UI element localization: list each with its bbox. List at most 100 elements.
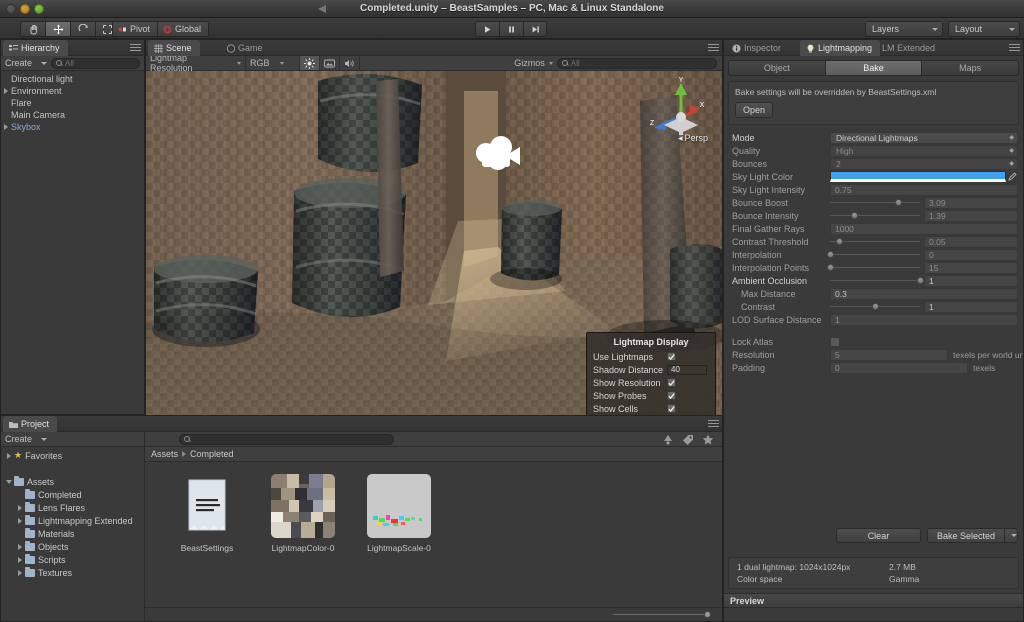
slider-value-field[interactable]: 0 xyxy=(924,248,1018,261)
slider[interactable] xyxy=(830,209,924,222)
hierarchy-item[interactable]: Skybox xyxy=(1,121,144,133)
project-create-button[interactable]: Create xyxy=(5,434,48,444)
layers-dropdown[interactable]: Layers xyxy=(865,21,943,37)
text-field[interactable]: 0 xyxy=(830,361,968,374)
setting-control[interactable]: 0 xyxy=(827,248,1018,261)
asset-item[interactable]: LightmapColor-0 xyxy=(269,474,337,607)
gizmos-dropdown[interactable]: Gizmos xyxy=(510,56,557,70)
slider[interactable] xyxy=(830,235,924,248)
slider[interactable] xyxy=(830,274,924,287)
lightmap-display-row[interactable]: Shadow Distance 40 xyxy=(587,363,715,376)
hierarchy-item[interactable]: Environment xyxy=(1,85,144,97)
project-tree-item[interactable]: Assets xyxy=(1,475,144,488)
hierarchy-create-button[interactable]: Create xyxy=(5,58,48,68)
setting-control[interactable]: 1.39 xyxy=(830,209,1018,222)
breadcrumb[interactable]: Assets Completed xyxy=(145,447,722,462)
checkbox[interactable] xyxy=(667,378,676,387)
lightmap-display-overlay[interactable]: Lightmap Display Use Lightmaps Shadow Dis… xyxy=(586,332,716,420)
slider-track[interactable] xyxy=(830,199,920,206)
project-tree-item[interactable]: Textures xyxy=(1,566,144,579)
disclosure-triangle-icon[interactable] xyxy=(4,480,14,484)
move-tool-button[interactable] xyxy=(45,21,70,37)
project-tree-item[interactable]: Lens Flares xyxy=(1,501,144,514)
lightmap-display-row[interactable]: Show Probes xyxy=(587,389,715,402)
bake-tab-bake[interactable]: Bake xyxy=(824,60,922,76)
favorite-star-icon[interactable] xyxy=(702,434,714,445)
setting-control[interactable]: 0.05 xyxy=(830,235,1018,248)
bake-selected-split-button[interactable]: Bake Selected xyxy=(926,528,1018,543)
project-search-input[interactable] xyxy=(179,433,394,445)
lightmap-display-row[interactable]: Show Resolution xyxy=(587,376,715,389)
playback-controls[interactable] xyxy=(475,21,547,37)
slider[interactable] xyxy=(827,248,924,261)
text-field[interactable]: 1 xyxy=(830,313,1018,326)
slider-knob[interactable] xyxy=(827,264,834,271)
checkbox[interactable] xyxy=(667,404,676,413)
atlas-control[interactable] xyxy=(830,335,1018,348)
project-tree-item[interactable]: Scripts xyxy=(1,553,144,566)
setting-control[interactable]: 1000 xyxy=(830,222,1018,235)
clear-button[interactable]: Clear xyxy=(835,528,921,543)
slider-track[interactable] xyxy=(827,264,920,271)
asset-item[interactable]: LightmapScale-0 xyxy=(365,474,433,607)
text-field[interactable]: 1000 xyxy=(830,222,1018,235)
tab-lm-extended[interactable]: LM Extended xyxy=(876,40,943,56)
tab-project[interactable]: Project xyxy=(3,416,58,432)
setting-control[interactable] xyxy=(830,170,1018,183)
slider-value-field[interactable]: 0.05 xyxy=(924,235,1018,248)
setting-control[interactable]: Directional Lightmaps ◆ xyxy=(830,131,1018,144)
disclosure-triangle-icon[interactable] xyxy=(1,124,11,130)
bake-dropdown-arrow[interactable] xyxy=(1004,528,1018,543)
preview-bar[interactable]: Preview xyxy=(724,593,1023,608)
slider-track[interactable] xyxy=(830,238,920,245)
transform-tools[interactable] xyxy=(20,21,120,37)
project-menu-icon[interactable] xyxy=(708,420,719,428)
atlas-control[interactable]: 5 texels per world unit xyxy=(830,348,1023,361)
setting-control[interactable]: 0.75 xyxy=(830,183,1018,196)
breadcrumb-assets[interactable]: Assets xyxy=(151,449,178,459)
bake-selected-button[interactable]: Bake Selected xyxy=(926,528,1004,543)
dropdown[interactable]: High ◆ xyxy=(830,144,1018,157)
slider-knob[interactable] xyxy=(827,251,834,258)
tab-scene[interactable]: Scene xyxy=(148,40,200,56)
open-button[interactable]: Open xyxy=(735,102,774,118)
pivot-handle-group[interactable]: Pivot Global xyxy=(112,21,210,37)
draw-mode-dropdown[interactable]: Lightmap Resolution xyxy=(146,53,246,73)
slider[interactable] xyxy=(830,196,924,209)
slider-value-field[interactable]: 1 xyxy=(924,300,1018,313)
bake-mode-tabs[interactable]: Object Bake Maps xyxy=(724,56,1023,81)
disclosure-triangle-icon[interactable] xyxy=(4,453,14,459)
eyedropper-icon[interactable] xyxy=(1006,172,1018,181)
scene-menu-icon[interactable] xyxy=(708,44,719,52)
slider[interactable] xyxy=(827,261,924,274)
slider-knob[interactable] xyxy=(851,212,859,219)
setting-control[interactable]: 1 xyxy=(830,313,1018,326)
slider-value-field[interactable]: 15 xyxy=(924,261,1018,274)
project-tree-item[interactable]: Lightmapping Extended xyxy=(1,514,144,527)
text-field[interactable]: 0.3 xyxy=(830,287,1018,300)
inspector-menu-icon[interactable] xyxy=(1009,44,1020,52)
scene-viewport[interactable]: Y Z X ◂ Persp Lightmap Display Use Lightm… xyxy=(146,71,722,430)
scene-fx-toggle[interactable] xyxy=(320,56,340,70)
slider-track[interactable] xyxy=(830,277,924,284)
slider-value-field[interactable]: 1.39 xyxy=(924,209,1018,222)
slider[interactable] xyxy=(830,300,924,313)
thumbnail-size-slider[interactable] xyxy=(613,611,711,618)
lightmap-display-row[interactable]: Show Cells xyxy=(587,402,715,415)
slider-track[interactable] xyxy=(827,251,920,258)
rotate-tool-button[interactable] xyxy=(70,21,95,37)
dropdown[interactable]: Directional Lightmaps ◆ xyxy=(830,131,1018,144)
project-tree-item[interactable]: Materials xyxy=(1,527,144,540)
slider-knob[interactable] xyxy=(895,199,903,206)
setting-control[interactable]: 1 xyxy=(830,300,1018,313)
hierarchy-item[interactable]: Directional light xyxy=(1,73,144,85)
hand-tool-button[interactable] xyxy=(20,21,45,37)
bake-tab-maps[interactable]: Maps xyxy=(921,60,1020,76)
slider-value-field[interactable]: 1 xyxy=(924,274,1018,287)
number-field[interactable]: 40 xyxy=(667,364,707,375)
checkbox[interactable] xyxy=(830,336,840,347)
disclosure-triangle-icon[interactable] xyxy=(15,544,25,550)
breadcrumb-completed[interactable]: Completed xyxy=(190,449,234,459)
tab-game[interactable]: Game xyxy=(220,40,271,56)
bake-action-buttons[interactable]: Clear Bake Selected xyxy=(835,528,1018,543)
